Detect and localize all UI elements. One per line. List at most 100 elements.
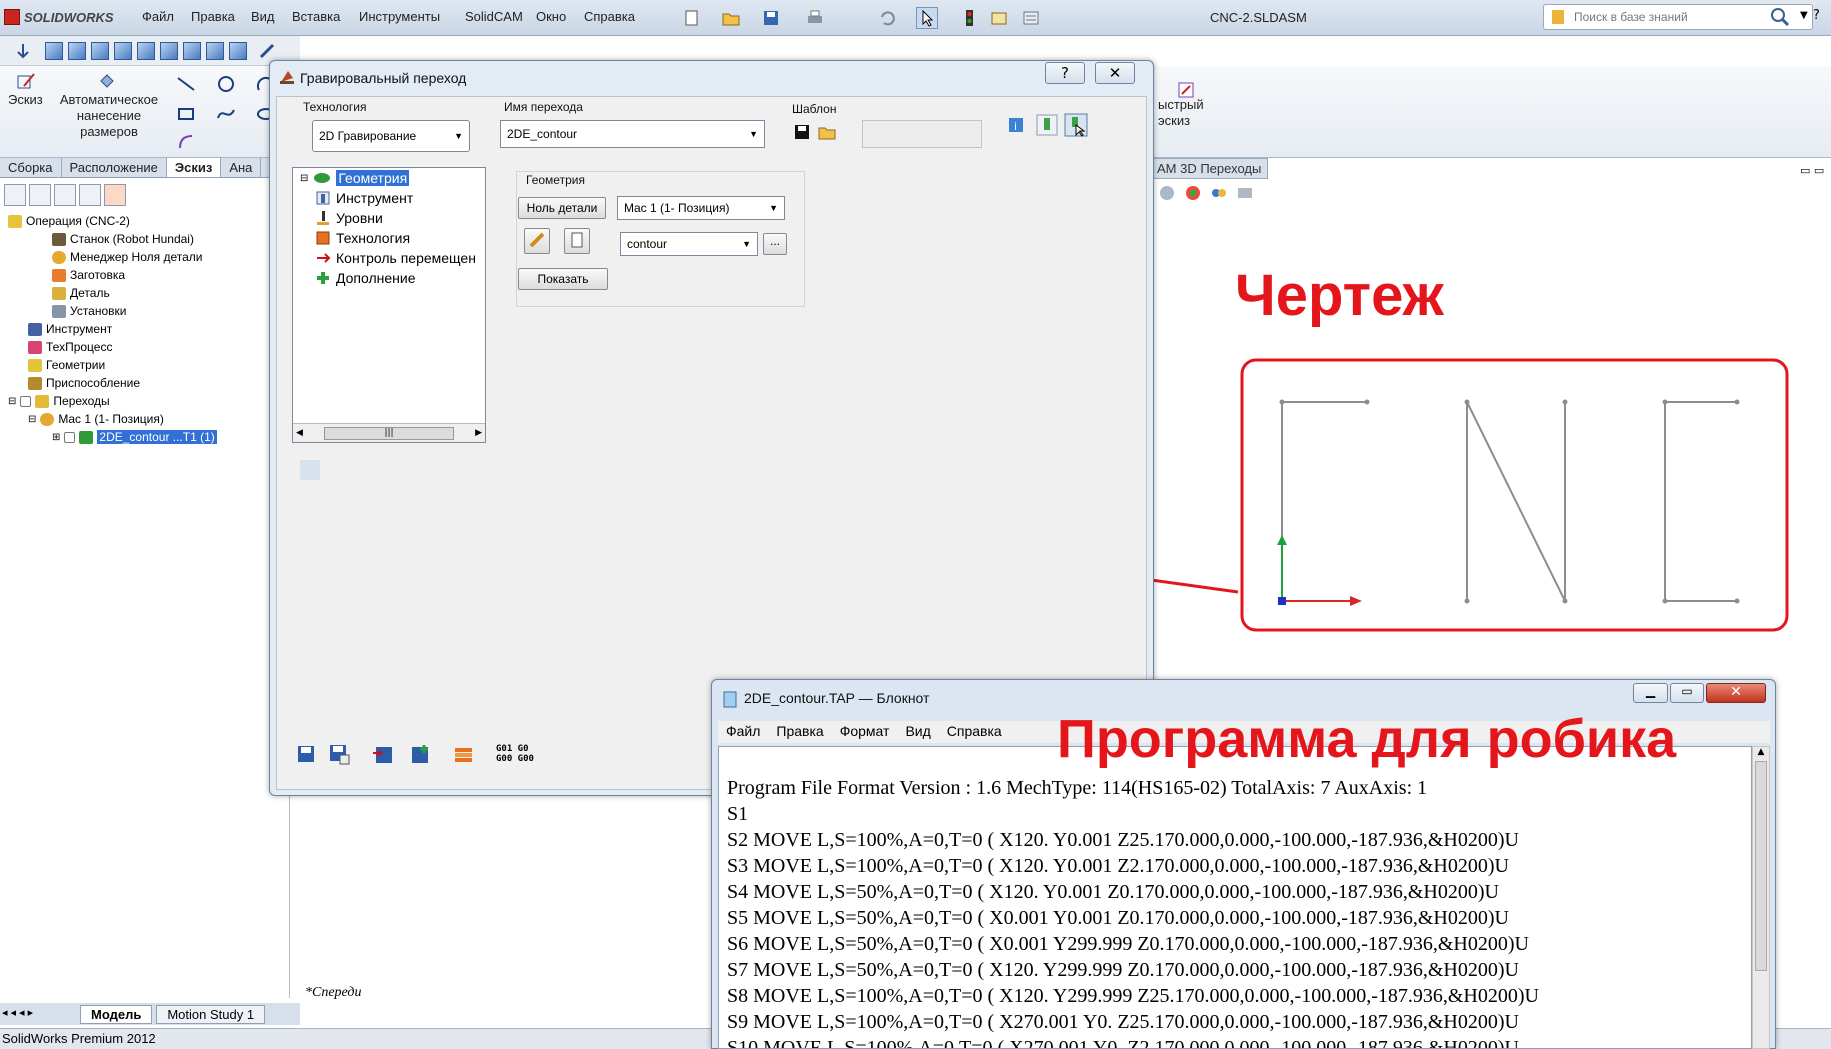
template-field[interactable] <box>862 120 982 148</box>
collapse-icon[interactable]: ⊟ <box>300 173 308 184</box>
tab-motion-study[interactable]: Motion Study 1 <box>156 1004 266 1024</box>
solidworks-logo[interactable]: SOLIDWORKS <box>4 9 114 25</box>
notepad-close-button[interactable]: ✕ <box>1706 683 1766 703</box>
tree-row-machine[interactable]: Станок (Robot Hundai) <box>8 230 217 248</box>
dialog-close-button[interactable]: ✕ <box>1095 62 1135 84</box>
scroll-thumb[interactable]: ||| <box>324 426 454 440</box>
new-document-button[interactable] <box>680 7 702 29</box>
file-properties-button[interactable] <box>988 7 1010 29</box>
open-template-icon[interactable] <box>818 124 836 140</box>
view-cube-icon[interactable] <box>137 42 155 60</box>
quick-sketch-button[interactable]: ыстрый эскиз <box>1158 97 1204 129</box>
line-icon[interactable] <box>176 74 196 94</box>
menu-edit[interactable]: Правка <box>191 9 235 24</box>
tab-model[interactable]: Модель <box>80 1004 153 1024</box>
property-manager-tab-icon[interactable] <box>29 184 51 206</box>
save-button[interactable] <box>760 7 782 29</box>
tab-analysis[interactable]: Ана <box>221 158 262 177</box>
view-cube-icon[interactable] <box>206 42 224 60</box>
simulate-icon[interactable] <box>1064 113 1088 137</box>
save-template-icon[interactable] <box>794 124 810 140</box>
scroll-thumb[interactable] <box>1755 761 1767 971</box>
minimize-button[interactable]: ▁ <box>1633 683 1668 703</box>
operation-name-select[interactable]: 2DE_contour ▼ <box>500 120 765 148</box>
tree-row-mac1[interactable]: ⊟ Mac 1 (1- Позиция) <box>8 410 217 428</box>
nav-item-motion-control[interactable]: Контроль перемещен <box>300 248 476 268</box>
notepad-menu-file[interactable]: Файл <box>718 721 768 743</box>
technology-select[interactable]: 2D Гравирование ▼ <box>312 120 470 152</box>
geometry-select[interactable]: contour ▼ <box>620 232 758 256</box>
view-cube-icon[interactable] <box>45 42 63 60</box>
menu-view[interactable]: Вид <box>251 9 275 24</box>
checkbox-icon[interactable] <box>64 431 76 443</box>
gcode-button[interactable]: G01 G0 G00 G00 <box>496 744 534 764</box>
configuration-tab-icon[interactable] <box>54 184 76 206</box>
show-button[interactable]: Показать <box>518 268 608 290</box>
view-settings-icon[interactable] <box>1236 184 1254 202</box>
undo-button[interactable] <box>876 7 898 29</box>
scene-icon[interactable] <box>1210 184 1228 202</box>
notepad-menu-help[interactable]: Справка <box>939 721 1010 743</box>
save-and-calculate-icon[interactable] <box>328 743 350 765</box>
help-icon[interactable]: ? <box>1813 8 1820 23</box>
part-zero-button[interactable]: Ноль детали <box>518 197 606 219</box>
view-cube-icon[interactable] <box>229 42 247 60</box>
tree-row-zero-manager[interactable]: Менеджер Ноля детали <box>8 248 217 266</box>
open-button[interactable] <box>720 7 742 29</box>
nav-item-misc[interactable]: Дополнение <box>300 268 476 288</box>
tab-solidcam-3d-operations[interactable]: AM 3D Переходы <box>1150 158 1269 179</box>
save-icon[interactable] <box>296 744 316 764</box>
print-button[interactable] <box>804 7 826 29</box>
tool-holder-icon[interactable] <box>1036 114 1058 136</box>
cnc-drawing[interactable] <box>1240 355 1800 640</box>
notepad-menu-edit[interactable]: Правка <box>768 721 831 743</box>
notepad-text-area[interactable]: Program File Format Version : 1.6 MechTy… <box>718 746 1752 1049</box>
expand-icon[interactable]: ⊞ <box>52 432 60 443</box>
spline-icon[interactable] <box>216 104 236 124</box>
tree-row-stock[interactable]: Заготовка <box>8 266 217 284</box>
auto-dimension-button[interactable]: Автоматическое нанесение размеров <box>54 92 164 140</box>
new-geometry-button[interactable] <box>564 228 590 254</box>
tree-row-process[interactable]: ТехПроцесс <box>8 338 217 356</box>
nav-item-technology[interactable]: Технология <box>300 228 476 248</box>
scroll-up-icon[interactable]: ▲ <box>1753 747 1769 757</box>
collapse-icon[interactable]: ⊟ <box>8 396 16 407</box>
tab-layout[interactable]: Расположение <box>62 158 167 177</box>
notepad-vscrollbar[interactable]: ▲ <box>1752 746 1770 1049</box>
save-new-icon[interactable] <box>408 743 432 765</box>
tree-row-tools[interactable]: Инструмент <box>8 320 217 338</box>
tab-assembly[interactable]: Сборка <box>0 158 62 177</box>
simulation-icon[interactable] <box>452 743 476 765</box>
scroll-right-icon[interactable]: ▶ <box>475 428 482 438</box>
view-cube-icon[interactable] <box>91 42 109 60</box>
menu-insert[interactable]: Вставка <box>292 9 340 24</box>
nav-item-geometry[interactable]: ⊟ Геометрия <box>300 168 476 188</box>
browse-geometry-button[interactable]: ... <box>763 233 787 255</box>
appearance-tab-icon[interactable] <box>79 184 101 206</box>
dialog-help-button[interactable]: ? <box>1045 62 1085 84</box>
menu-help[interactable]: Справка <box>584 9 635 24</box>
options-button[interactable] <box>1020 7 1042 29</box>
search-icon[interactable] <box>1770 7 1790 27</box>
view-cube-icon[interactable] <box>114 42 132 60</box>
rectangle-icon[interactable] <box>176 104 196 124</box>
edit-geometry-button[interactable] <box>524 228 550 254</box>
sketch-button[interactable]: Эскиз <box>8 92 43 108</box>
view-cube-icon[interactable] <box>160 42 178 60</box>
fillet-icon[interactable] <box>176 132 196 152</box>
pencil-icon[interactable] <box>258 42 276 60</box>
assembly-icon[interactable] <box>14 42 32 60</box>
view-cube-icon[interactable] <box>183 42 201 60</box>
tab-scroll-arrows[interactable]: ◂◂◂▸ <box>2 1006 36 1019</box>
scroll-left-icon[interactable]: ◀ <box>296 428 303 438</box>
menu-tools[interactable]: Инструменты <box>359 9 440 24</box>
tree-row-2de-contour[interactable]: ⊞ 2DE_contour ...T1 (1) <box>8 428 217 446</box>
tree-row-operations[interactable]: ⊟ Переходы <box>8 392 217 410</box>
solidcam-tab-icon[interactable] <box>104 184 126 206</box>
notepad-menu-view[interactable]: Вид <box>897 721 938 743</box>
save-copy-icon[interactable] <box>372 743 396 765</box>
tree-row-operation[interactable]: Операция (CNC-2) <box>8 212 217 230</box>
nav-item-levels[interactable]: Уровни <box>300 208 476 228</box>
view-cube-icon[interactable] <box>68 42 86 60</box>
nav-item-tool[interactable]: Инструмент <box>300 188 476 208</box>
